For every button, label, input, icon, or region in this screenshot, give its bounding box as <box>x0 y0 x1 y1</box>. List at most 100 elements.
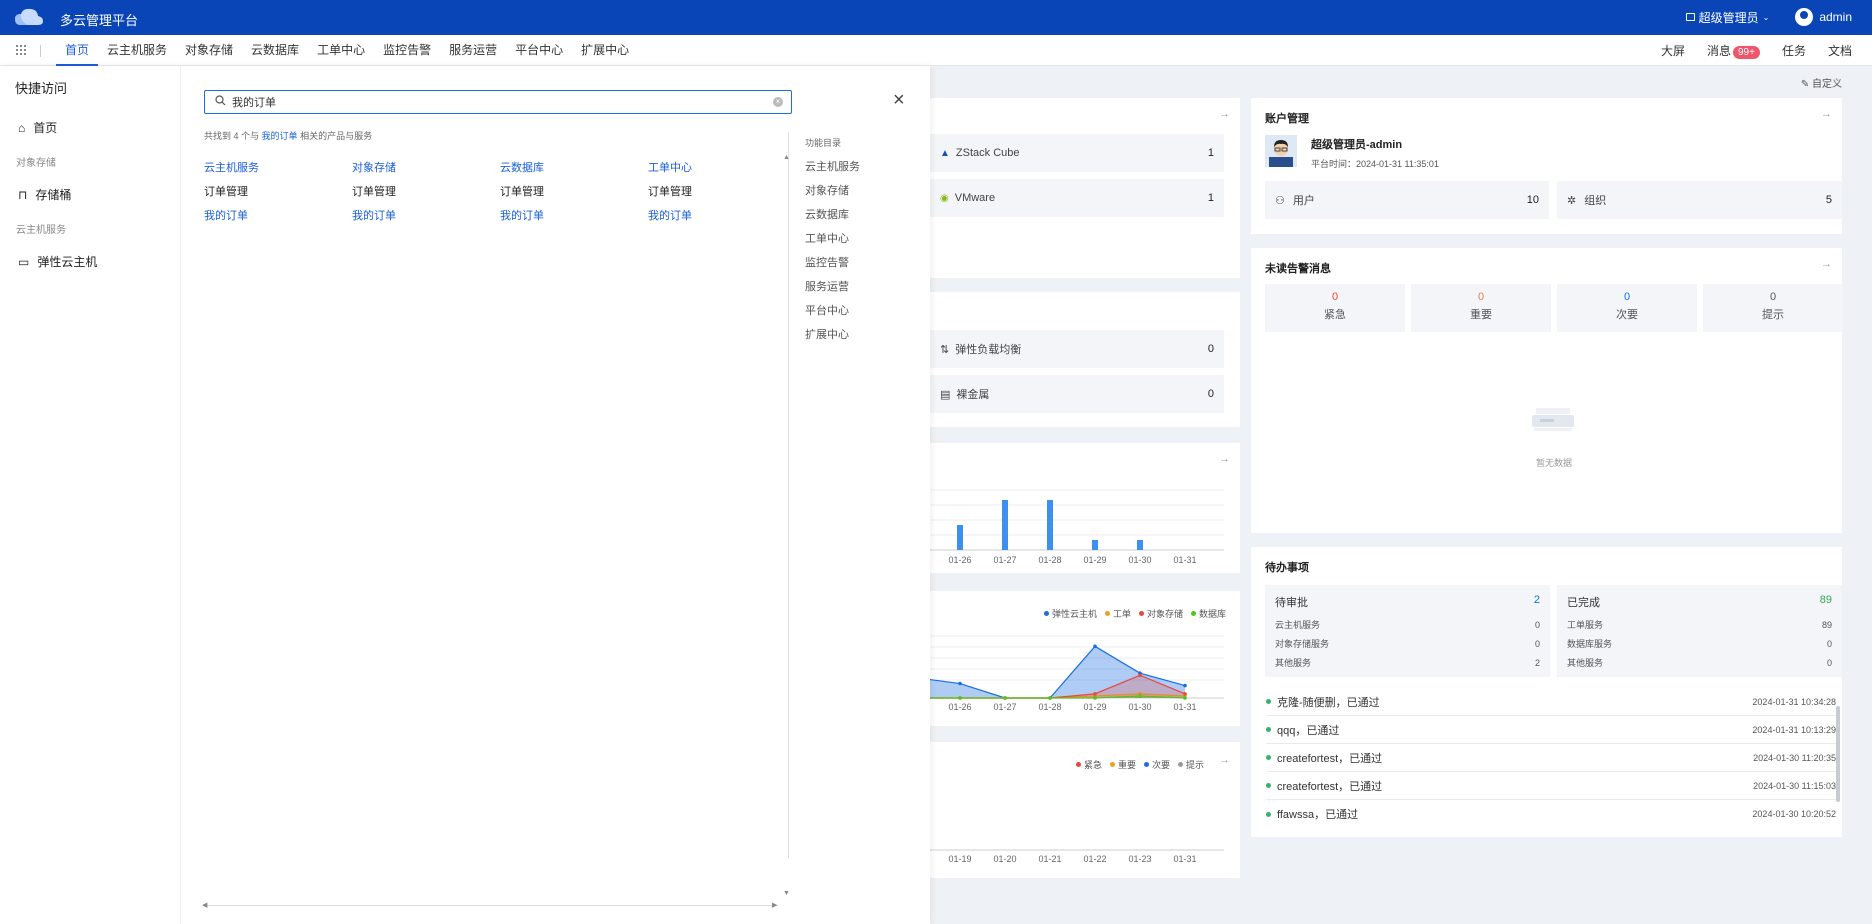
todo-log-item[interactable]: ffawssa，已通过 2024-01-30 10:20:52 <box>1266 800 1836 828</box>
home-icon: ⌂ <box>18 120 26 135</box>
nav-item-ticket[interactable]: 工单中心 <box>308 35 374 66</box>
row-label: 其他服务 <box>1275 658 1312 668</box>
func-item-operation[interactable]: 服务运营 <box>805 275 860 299</box>
cloud-logo-icon[interactable] <box>14 7 44 30</box>
messages-link[interactable]: 消息 99+ <box>1707 42 1760 59</box>
func-item-database[interactable]: 云数据库 <box>805 203 860 227</box>
func-item-ticket[interactable]: 工单中心 <box>805 227 860 251</box>
x-tick-label: 01-28 <box>1038 555 1061 565</box>
customize-button[interactable]: ✎ 自定义 <box>1801 75 1842 90</box>
quick-access-bucket[interactable]: ⊓ 存储桶 <box>18 186 71 203</box>
x-tick-label: 01-23 <box>1128 854 1151 864</box>
alarm-minor[interactable]: 0 次要 <box>1557 284 1697 332</box>
scroll-up-icon[interactable]: ▲ <box>783 154 790 161</box>
x-tick-label: 01-26 <box>948 555 971 565</box>
results-vertical-scrollbar[interactable] <box>788 132 789 858</box>
todo-scrollbar[interactable] <box>1836 706 1840 802</box>
result-link[interactable]: 我的订单 <box>648 207 796 223</box>
resource-row-slb[interactable]: ⇅ 弹性负载均衡 0 <box>930 330 1224 368</box>
data-point <box>1048 696 1052 700</box>
nav-item-database[interactable]: 云数据库 <box>242 35 308 66</box>
row-label: 其他服务 <box>1567 658 1604 668</box>
resource-row-baremetal[interactable]: ▤ 裸金属 0 <box>930 375 1224 413</box>
empty-data-icon <box>1530 406 1576 432</box>
tasks-link[interactable]: 任务 <box>1782 42 1806 59</box>
quick-access-ecs[interactable]: ▭ 弹性云主机 <box>18 253 97 270</box>
row-label: 数据库服务 <box>1567 639 1613 649</box>
nav-item-extension[interactable]: 扩展中心 <box>572 35 638 66</box>
org-count: 5 <box>1825 194 1832 206</box>
alarm-trend-card: 紧急重要次要提示 → 01-1801-1901-2001-2101-2201-2… <box>900 742 1240 878</box>
alarm-trend-chart: 01-1801-1901-2001-2101-2201-2301-31 <box>900 849 1224 864</box>
log-text: ffawssa，已通过 <box>1277 809 1359 821</box>
func-item-extension[interactable]: 扩展中心 <box>805 323 860 347</box>
result-category[interactable]: 云数据库 <box>500 159 648 175</box>
result-link[interactable]: 我的订单 <box>352 207 500 223</box>
arrow-right-icon[interactable]: → <box>1219 108 1230 120</box>
todo-log-item[interactable]: createfortest，已通过 2024-01-30 11:15:03 <box>1266 772 1836 800</box>
apps-grid-icon[interactable] <box>16 45 26 55</box>
alarm-critical[interactable]: 0 紧急 <box>1265 284 1405 332</box>
nav-item-monitor[interactable]: 监控告警 <box>374 35 440 66</box>
func-item-platform[interactable]: 平台中心 <box>805 299 860 323</box>
scroll-right-icon[interactable]: ▶ <box>772 901 777 909</box>
log-text: createfortest，已通过 <box>1277 752 1383 765</box>
alarm-major[interactable]: 0 重要 <box>1411 284 1551 332</box>
func-item-ecs[interactable]: 云主机服务 <box>805 155 860 179</box>
x-tick-label: 01-30 <box>1128 702 1151 712</box>
alarm-label: 重要 <box>1470 309 1492 321</box>
platform-row-zstack[interactable]: ▲ ZStack Cube 1 <box>930 134 1224 172</box>
result-link[interactable]: 我的订单 <box>500 207 648 223</box>
nav-item-platform[interactable]: 平台中心 <box>506 35 572 66</box>
users-count: 10 <box>1526 194 1539 206</box>
big-screen-link[interactable]: 大屏 <box>1661 42 1685 59</box>
todo-pending-box[interactable]: 待审批 2 云主机服务 0 对象存储服务 0 其他服务 2 <box>1265 585 1550 677</box>
log-time: 2024-01-31 10:13:29 <box>1752 724 1836 735</box>
scroll-down-icon[interactable]: ▼ <box>783 890 790 897</box>
role-label: 超级管理员 <box>1698 10 1759 25</box>
results-horizontal-scrollbar[interactable] <box>204 905 778 906</box>
search-input[interactable] <box>232 96 772 108</box>
result-category[interactable]: 云主机服务 <box>204 159 352 175</box>
result-category[interactable]: 对象存储 <box>352 159 500 175</box>
status-dot-icon <box>1266 811 1271 817</box>
function-directory-title: 功能目录 <box>805 138 842 148</box>
x-tick-label: 01-22 <box>1083 854 1106 864</box>
user-menu[interactable]: admin <box>1795 8 1852 26</box>
users-stat[interactable]: ⚇ 用户 10 <box>1265 181 1549 219</box>
status-dot-icon <box>1266 699 1271 704</box>
search-box[interactable]: × <box>204 90 792 114</box>
nav-item-object-storage[interactable]: 对象存储 <box>176 35 242 66</box>
todo-log-item[interactable]: qqq，已通过 2024-01-31 10:13:29 <box>1266 716 1836 744</box>
resource-count: 0 <box>1207 343 1214 355</box>
quick-access-home[interactable]: ⌂ 首页 <box>18 119 57 136</box>
todo-log-item[interactable]: 克隆-随便删，已通过 2024-01-31 10:34:28 <box>1266 688 1836 716</box>
alarm-title: 未读告警消息 <box>1265 263 1331 275</box>
arrow-right-icon[interactable]: → <box>1821 108 1832 120</box>
alarm-hint[interactable]: 0 提示 <box>1703 284 1843 332</box>
close-icon[interactable]: × <box>893 90 905 110</box>
nav-item-ecs[interactable]: 云主机服务 <box>98 35 176 66</box>
result-link[interactable]: 我的订单 <box>204 207 352 223</box>
resource-name: 弹性负载均衡 <box>955 344 1022 356</box>
scroll-left-icon[interactable]: ◀ <box>202 901 207 909</box>
result-category[interactable]: 工单中心 <box>648 159 796 175</box>
platform-row-vmware[interactable]: ◉ VMware 1 <box>930 179 1224 217</box>
admin-avatar <box>1265 135 1297 167</box>
todo-done-box[interactable]: 已完成 89 工单服务 89 数据库服务 0 其他服务 0 <box>1557 585 1842 677</box>
x-tick-label: 01-31 <box>1173 702 1196 712</box>
todo-log-item[interactable]: createfortest，已通过 2024-01-30 11:20:35 <box>1266 744 1836 772</box>
org-stat[interactable]: ✲ 组织 5 <box>1557 181 1842 219</box>
x-tick-label: 01-29 <box>1083 702 1106 712</box>
clear-search-icon[interactable]: × <box>773 97 783 107</box>
func-item-object-storage[interactable]: 对象存储 <box>805 179 860 203</box>
role-switcher[interactable]: 超级管理员 ⌄ <box>1685 9 1769 26</box>
data-point <box>1183 683 1187 688</box>
nav-item-home[interactable]: 首页 <box>56 35 99 66</box>
func-item-monitor[interactable]: 监控告警 <box>805 251 860 275</box>
docs-link[interactable]: 文档 <box>1828 42 1852 59</box>
nav-item-operation[interactable]: 服务运营 <box>440 35 506 66</box>
arrow-right-icon[interactable]: → <box>1821 258 1832 270</box>
load-balancer-icon: ⇅ <box>940 343 950 356</box>
data-point <box>1093 644 1097 649</box>
